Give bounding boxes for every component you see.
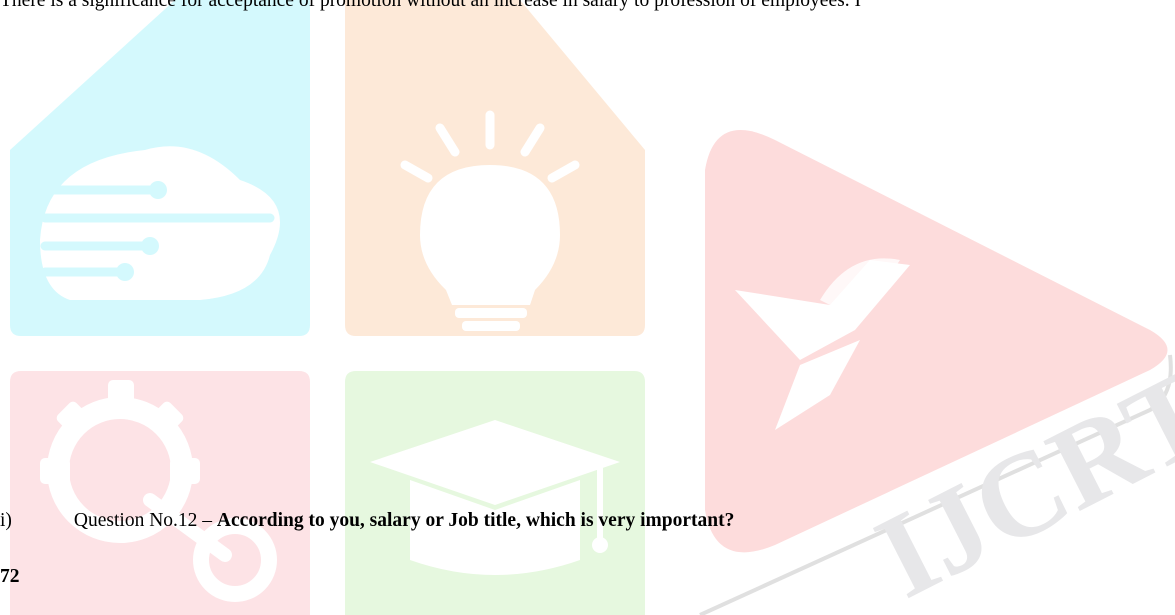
graduation-cap-icon (345, 371, 645, 615)
question-text: According to you, salary or Job title, w… (216, 510, 735, 531)
question-heading: i) Question No.12 – According to you, sal… (0, 511, 734, 531)
lightbulb-icon (345, 0, 645, 336)
gear-icon (10, 371, 310, 615)
question-number: Question No.12 – (73, 510, 217, 531)
list-marker: i) (0, 510, 12, 531)
page-number: 72 (0, 566, 20, 587)
paragraph-line: There is a significance for acceptance o… (0, 0, 861, 11)
cloud-network-icon (10, 0, 310, 336)
